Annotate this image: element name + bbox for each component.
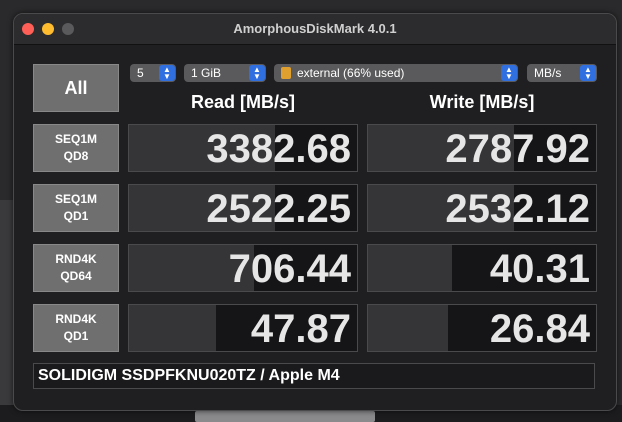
test-label-line1: SEQ1M bbox=[54, 192, 97, 206]
result-bar bbox=[368, 245, 453, 291]
write-result-cell: 2787.92 bbox=[367, 124, 597, 172]
test-label-line2: QD1 bbox=[63, 329, 89, 343]
test-label-line1: RND4K bbox=[55, 312, 97, 326]
size-value: 1 GiB bbox=[191, 66, 222, 80]
chevron-updown-icon: ▲ ▼ bbox=[159, 65, 175, 81]
all-button[interactable]: All bbox=[33, 64, 119, 112]
result-bar bbox=[368, 305, 448, 351]
chevron-updown-icon: ▲ ▼ bbox=[249, 65, 265, 81]
read-result-cell: 47.87 bbox=[128, 304, 358, 352]
chevron-updown-icon: ▲ ▼ bbox=[580, 65, 596, 81]
read-header: Read [MB/s] bbox=[190, 92, 295, 112]
drive-value: external (66% used) bbox=[297, 66, 405, 80]
write-value: 2787.92 bbox=[445, 127, 590, 171]
test-button-seq1m-qd8[interactable]: SEQ1M QD8 bbox=[33, 124, 119, 172]
background-window-edge bbox=[0, 200, 14, 422]
test-label-line2: QD64 bbox=[60, 269, 92, 283]
unit-select[interactable]: MB/s ▲ ▼ bbox=[527, 64, 597, 82]
background-bar bbox=[195, 411, 375, 422]
chevron-updown-icon: ▲ ▼ bbox=[501, 65, 517, 81]
write-value: 40.31 bbox=[489, 247, 590, 291]
read-value: 3382.68 bbox=[206, 127, 351, 171]
unit-value: MB/s bbox=[534, 66, 562, 80]
test-button-rnd4k-qd1[interactable]: RND4K QD1 bbox=[33, 304, 119, 352]
write-result-cell: 26.84 bbox=[367, 304, 597, 352]
count-value: 5 bbox=[137, 66, 144, 80]
read-value: 706.44 bbox=[228, 247, 351, 291]
test-label-line1: SEQ1M bbox=[54, 132, 97, 146]
result-bar bbox=[129, 305, 216, 351]
size-select[interactable]: 1 GiB ▲ ▼ bbox=[184, 64, 266, 82]
device-info: SOLIDIGM SSDPFKNU020TZ / Apple M4 bbox=[33, 363, 595, 389]
test-button-rnd4k-qd64[interactable]: RND4K QD64 bbox=[33, 244, 119, 292]
window-title: AmorphousDiskMark 4.0.1 bbox=[233, 21, 397, 36]
title-bar[interactable]: AmorphousDiskMark 4.0.1 bbox=[14, 14, 616, 45]
read-value: 2522.25 bbox=[206, 187, 351, 231]
read-result-cell: 2522.25 bbox=[128, 184, 358, 232]
app-window: AmorphousDiskMark 4.0.1 All 5 ▲ ▼ 1 GiB ▲… bbox=[13, 13, 617, 411]
write-result-cell: 2532.12 bbox=[367, 184, 597, 232]
read-value: 47.87 bbox=[250, 307, 351, 351]
write-value: 2532.12 bbox=[445, 187, 590, 231]
read-result-cell: 3382.68 bbox=[128, 124, 358, 172]
disk-icon bbox=[281, 67, 291, 79]
write-result-cell: 40.31 bbox=[367, 244, 597, 292]
test-button-seq1m-qd1[interactable]: SEQ1M QD1 bbox=[33, 184, 119, 232]
test-label-line2: QD8 bbox=[63, 149, 89, 163]
test-label-line2: QD1 bbox=[63, 209, 89, 223]
test-label-line1: RND4K bbox=[55, 252, 97, 266]
read-result-cell: 706.44 bbox=[128, 244, 358, 292]
write-value: 26.84 bbox=[489, 307, 590, 351]
write-header: Write [MB/s] bbox=[429, 92, 535, 112]
count-select[interactable]: 5 ▲ ▼ bbox=[130, 64, 176, 82]
drive-select[interactable]: external (66% used) ▲ ▼ bbox=[274, 64, 518, 82]
